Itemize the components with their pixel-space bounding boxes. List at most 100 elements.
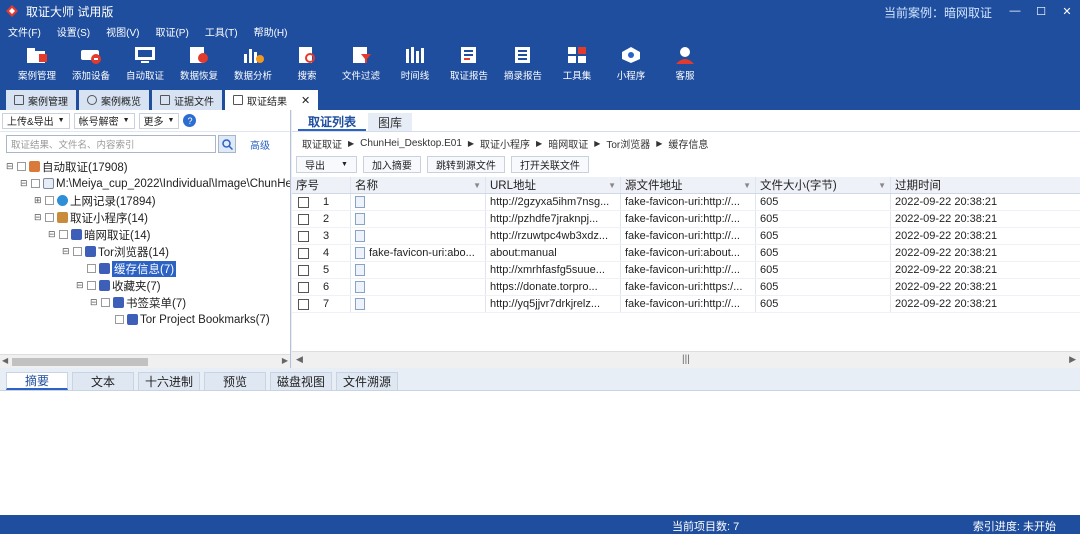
breadcrumb-item[interactable]: Tor浏览器 bbox=[606, 136, 650, 151]
filter-icon[interactable]: ▼ bbox=[473, 181, 481, 190]
tree-checkbox[interactable] bbox=[87, 281, 96, 290]
breadcrumb-item[interactable]: 取证小程序 bbox=[480, 136, 530, 151]
search-button[interactable] bbox=[218, 135, 236, 153]
scrollbar-grip[interactable]: ||| bbox=[682, 354, 690, 365]
minimize-icon[interactable]: — bbox=[1002, 0, 1028, 22]
search-button[interactable]: 搜索 bbox=[280, 40, 334, 82]
tab-disk-view[interactable]: 磁盘视图 bbox=[270, 372, 332, 390]
maximize-icon[interactable]: ☐ bbox=[1028, 0, 1054, 22]
table-row[interactable]: 6 https://donate.torpro... fake-favicon-ur… bbox=[292, 279, 1080, 296]
forensics-report-button[interactable]: 取证报告 bbox=[442, 40, 496, 82]
tree-checkbox[interactable] bbox=[101, 298, 110, 307]
tab-case-overview[interactable]: 案例概览 bbox=[79, 90, 149, 110]
file-filter-button[interactable]: 文件过滤 bbox=[334, 40, 388, 82]
row-checkbox[interactable] bbox=[298, 213, 309, 225]
close-icon[interactable]: ✕ bbox=[301, 94, 310, 107]
more-dropdown[interactable]: 更多 ▼ bbox=[138, 112, 180, 129]
tree-horizontal-scrollbar[interactable]: ◀ ▶ bbox=[0, 354, 290, 368]
row-checkbox[interactable] bbox=[298, 247, 309, 259]
tree-checkbox[interactable] bbox=[31, 179, 40, 188]
tab-gallery[interactable]: 图库 bbox=[368, 113, 413, 131]
case-management-button[interactable]: 案例管理 bbox=[10, 40, 64, 82]
row-checkbox[interactable] bbox=[298, 230, 309, 242]
add-to-summary-button[interactable]: 加入摘要 bbox=[362, 155, 421, 173]
table-row[interactable]: 2 http://pzhdfe7jraknpj... fake-favicon-ur… bbox=[292, 211, 1080, 228]
breadcrumb-item[interactable]: 暗网取证 bbox=[548, 136, 588, 151]
advanced-search-link[interactable]: 高级 bbox=[250, 137, 270, 152]
breadcrumb-item[interactable]: 缓存信息 bbox=[668, 136, 708, 151]
tab-hex[interactable]: 十六进制 bbox=[138, 372, 200, 390]
tab-summary[interactable]: 摘要 bbox=[6, 372, 68, 390]
data-analysis-button[interactable]: 数据分析 bbox=[226, 40, 280, 82]
table-row[interactable]: 3 http://rzuwtpc4wb3xdz... fake-favicon-ur… bbox=[292, 228, 1080, 245]
results-horizontal-scrollbar[interactable]: ◀ ||| ▶ bbox=[292, 351, 1080, 368]
search-input[interactable]: 取证结果、文件名、内容索引 bbox=[6, 135, 216, 153]
export-dropdown[interactable]: 导出 ▼ bbox=[296, 155, 357, 173]
column-header-source[interactable]: 源文件地址 ▼ bbox=[621, 177, 756, 193]
column-header-name[interactable]: 名称 ▼ bbox=[351, 177, 486, 193]
tab-preview[interactable]: 预览 bbox=[204, 372, 266, 390]
menu-view[interactable]: 视图(V) bbox=[98, 24, 147, 39]
menu-help[interactable]: 帮助(H) bbox=[246, 24, 296, 39]
tree-checkbox[interactable] bbox=[73, 247, 82, 256]
scroll-right-icon[interactable]: ▶ bbox=[282, 356, 288, 365]
row-checkbox[interactable] bbox=[298, 298, 309, 310]
excerpt-report-button[interactable]: 摘录报告 bbox=[496, 40, 550, 82]
tab-evidence-files[interactable]: 证据文件 bbox=[152, 90, 222, 110]
tree-node-darkweb[interactable]: ⊟ 暗网取证(14) bbox=[48, 226, 150, 243]
jump-to-source-button[interactable]: 跳转到源文件 bbox=[426, 155, 505, 173]
tree-checkbox[interactable] bbox=[59, 230, 68, 239]
tree-node-auto-forensics[interactable]: ⊟ 自动取证(17908) bbox=[6, 158, 128, 175]
row-checkbox[interactable] bbox=[298, 264, 309, 276]
add-device-button[interactable]: 添加设备 bbox=[64, 40, 118, 82]
tree-node-tor-bookmarks[interactable]: Tor Project Bookmarks(7) bbox=[104, 311, 270, 328]
filter-icon[interactable]: ▼ bbox=[743, 181, 751, 190]
menu-settings[interactable]: 设置(S) bbox=[49, 24, 98, 39]
auto-forensics-button[interactable]: 自动取证 bbox=[118, 40, 172, 82]
filter-icon[interactable]: ▼ bbox=[608, 181, 616, 190]
tree-checkbox[interactable] bbox=[45, 196, 54, 205]
breadcrumb-item[interactable]: 取证取证 bbox=[302, 136, 342, 151]
tree-node-web-history[interactable]: ⊞ 上网记录(17894) bbox=[34, 192, 156, 209]
scrollbar-thumb[interactable] bbox=[12, 358, 148, 366]
mini-program-button[interactable]: 小程序 bbox=[604, 40, 658, 82]
filter-icon[interactable]: ▼ bbox=[878, 181, 886, 190]
menu-tools[interactable]: 工具(T) bbox=[197, 24, 246, 39]
account-decrypt-dropdown[interactable]: 帐号解密 ▼ bbox=[73, 112, 135, 129]
tree-node-image-path[interactable]: ⊟ M:\Meiya_cup_2022\Individual\Image\Chun… bbox=[20, 175, 290, 192]
open-related-file-button[interactable]: 打开关联文件 bbox=[510, 155, 589, 173]
data-recovery-button[interactable]: 数据恢复 bbox=[172, 40, 226, 82]
row-checkbox[interactable] bbox=[298, 281, 309, 293]
menu-file[interactable]: 文件(F) bbox=[0, 24, 49, 39]
column-header-index[interactable]: 序号 bbox=[292, 177, 351, 193]
timeline-button[interactable]: 时间线 bbox=[388, 40, 442, 82]
column-header-size[interactable]: 文件大小(字节) ▼ bbox=[756, 177, 891, 193]
tree-checkbox[interactable] bbox=[17, 162, 26, 171]
scroll-left-icon[interactable]: ◀ bbox=[296, 354, 303, 365]
upload-export-dropdown[interactable]: 上传&导出 ▼ bbox=[2, 112, 70, 129]
tree-checkbox[interactable] bbox=[45, 213, 54, 222]
scroll-left-icon[interactable]: ◀ bbox=[2, 356, 8, 365]
row-checkbox[interactable] bbox=[298, 196, 309, 208]
breadcrumb-item[interactable]: ChunHei_Desktop.E01 bbox=[360, 138, 462, 149]
tree-node-tor-browser[interactable]: ⊟ Tor浏览器(14) bbox=[62, 243, 169, 260]
column-header-expire[interactable]: 过期时间 bbox=[891, 177, 1080, 193]
scroll-right-icon[interactable]: ▶ bbox=[1069, 354, 1076, 365]
table-row[interactable]: 5 http://xmrhfasfg5suue... fake-favicon-ur… bbox=[292, 262, 1080, 279]
table-row[interactable]: 4 fake-favicon-uri:abo... about:manual fake… bbox=[292, 245, 1080, 262]
tree-node-mini-programs[interactable]: ⊟ 取证小程序(14) bbox=[34, 209, 148, 226]
close-icon[interactable]: ✕ bbox=[1054, 0, 1080, 22]
tree-checkbox[interactable] bbox=[115, 315, 124, 324]
toolset-button[interactable]: 工具集 bbox=[550, 40, 604, 82]
tree-node-cache-info[interactable]: 缓存信息(7) bbox=[76, 260, 177, 277]
table-row[interactable]: 7 http://yq5jjvr7drkjrelz... fake-favicon-… bbox=[292, 296, 1080, 313]
tab-case-management[interactable]: 案例管理 bbox=[6, 90, 76, 110]
menu-forensics[interactable]: 取证(P) bbox=[147, 24, 196, 39]
tab-forensics-list[interactable]: 取证列表 bbox=[298, 113, 367, 131]
table-row[interactable]: 1 http://2gzyxa5ihm7nsg... fake-favicon-ur… bbox=[292, 194, 1080, 211]
customer-service-button[interactable]: 客服 bbox=[658, 40, 712, 82]
tree-node-favorites[interactable]: ⊟ 收藏夹(7) bbox=[76, 277, 161, 294]
tab-file-trace[interactable]: 文件溯源 bbox=[336, 372, 398, 390]
tab-forensics-results[interactable]: 取证结果 ✕ bbox=[225, 90, 319, 110]
tree-node-bookmark-menu[interactable]: ⊟ 书签菜单(7) bbox=[90, 294, 186, 311]
